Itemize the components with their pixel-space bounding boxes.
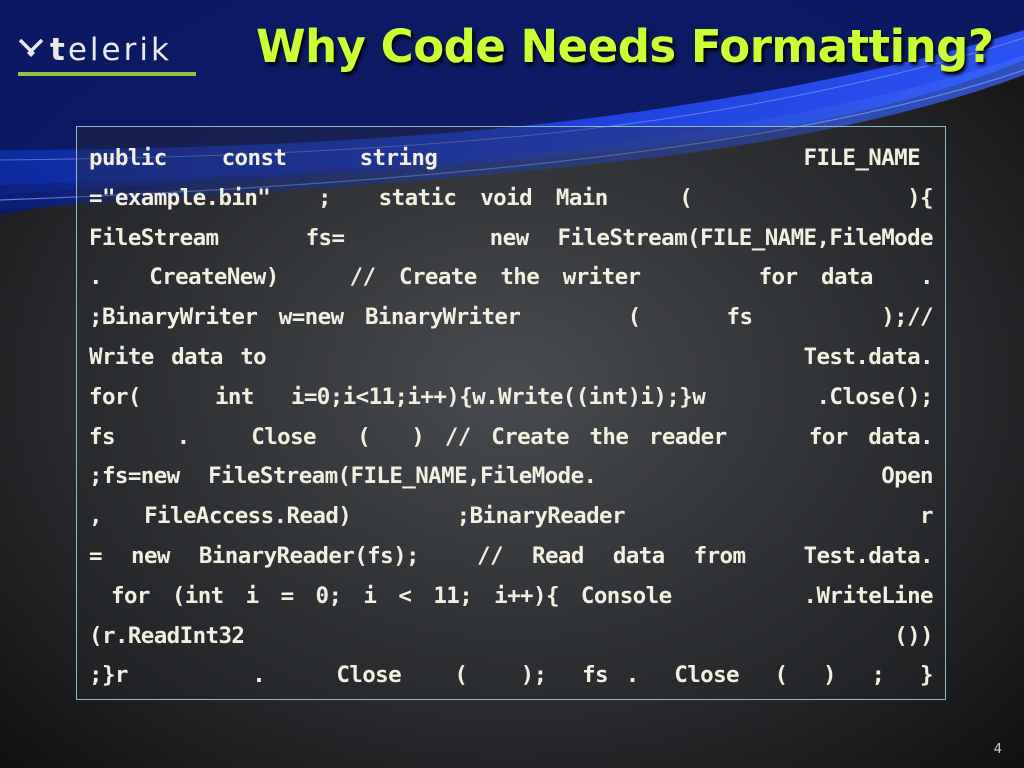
- slide-number: 4: [993, 742, 1002, 757]
- code-line: FileStream fs= new FileStream(FILE_NAME,…: [89, 224, 934, 251]
- code-line: for (int i = 0; i < 11; i++){ Console .W…: [89, 582, 934, 609]
- code-line: Write data to Test.data.: [89, 343, 934, 370]
- slide-title: Why Code Needs Formatting?: [256, 20, 994, 73]
- code-line: fs . Close ( ) // Create the reader for …: [89, 423, 934, 450]
- code-block: public const string FILE_NAME ="example.…: [76, 126, 946, 700]
- code-line: ;fs=new FileStream(FILE_NAME,FileMode. O…: [89, 463, 934, 490]
- code-line: public const string FILE_NAME: [89, 145, 933, 171]
- telerik-mark-icon: [18, 38, 44, 57]
- code-line: . CreateNew) // Create the writer for da…: [89, 264, 934, 291]
- telerik-logo: telerik: [18, 32, 198, 78]
- code-lines: public const string FILE_NAME ="example.…: [89, 139, 934, 696]
- code-line: , FileAccess.Read) ;BinaryReader r: [89, 503, 934, 530]
- code-line: for( int i=0;i<11;i++){w.Write((int)i);}…: [89, 383, 934, 410]
- logo-wordmark: telerik: [50, 32, 172, 68]
- code-line: ="example.bin" ; static void Main ( ){: [89, 184, 934, 211]
- code-line: (r.ReadInt32 ()): [89, 622, 934, 649]
- logo-underline: [18, 72, 196, 76]
- code-line: ;}r . Close ( ); fs . Close ( ) ; }: [89, 662, 934, 689]
- code-line: ;BinaryWriter w=new BinaryWriter ( fs );…: [89, 304, 934, 331]
- code-line: = new BinaryReader(fs); // Read data fro…: [89, 542, 934, 569]
